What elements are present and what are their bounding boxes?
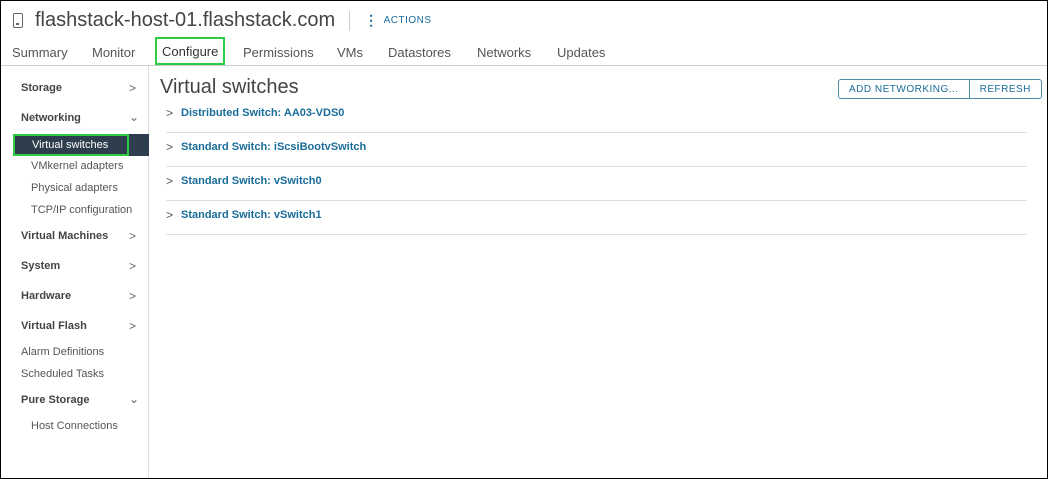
refresh-button[interactable]: REFRESH bbox=[968, 80, 1041, 98]
chevron-right-icon[interactable]: > bbox=[129, 319, 136, 333]
sidebar-item-host-connections[interactable]: Host Connections bbox=[31, 420, 118, 432]
tab-summary[interactable]: Summary bbox=[12, 45, 68, 60]
sidebar-item-hardware[interactable]: Hardware bbox=[21, 290, 71, 302]
host-icon bbox=[13, 13, 23, 28]
tab-vms[interactable]: VMs bbox=[337, 45, 363, 60]
sidebar-item-virtual-switches[interactable]: Virtual switches bbox=[13, 134, 129, 156]
sidebar-item-networking[interactable]: Networking bbox=[21, 112, 81, 124]
sidebar: Storage > Networking ⌄ Virtual switches VM… bbox=[1, 66, 149, 478]
button-group: ADD NETWORKING... REFRESH bbox=[838, 79, 1042, 99]
sidebar-item-virtual-flash[interactable]: Virtual Flash bbox=[21, 320, 87, 332]
tab-configure[interactable]: Configure bbox=[155, 37, 226, 65]
tab-networks[interactable]: Networks bbox=[477, 45, 531, 60]
chevron-down-icon[interactable]: ⌄ bbox=[129, 110, 139, 124]
divider bbox=[349, 10, 351, 31]
sidebar-item-alarm-definitions[interactable]: Alarm Definitions bbox=[21, 346, 104, 358]
switch-row[interactable]: > Standard Switch: vSwitch0 bbox=[166, 167, 1027, 201]
window: flashstack-host-01.flashstack.com ⋮ ACTIO… bbox=[0, 0, 1048, 479]
switch-row[interactable]: > Standard Switch: iScsiBootvSwitch bbox=[166, 133, 1027, 167]
chevron-right-icon[interactable]: > bbox=[166, 167, 173, 195]
chevron-down-icon[interactable]: ⌄ bbox=[129, 392, 139, 406]
switch-name[interactable]: Standard Switch: iScsiBootvSwitch bbox=[181, 141, 366, 153]
chevron-right-icon[interactable]: > bbox=[129, 289, 136, 303]
sidebar-item-vmkernel-adapters[interactable]: VMkernel adapters bbox=[31, 160, 123, 172]
tab-updates[interactable]: Updates bbox=[557, 45, 605, 60]
sidebar-item-tcpip[interactable]: TCP/IP configuration bbox=[31, 204, 132, 216]
kebab-icon: ⋮ bbox=[364, 12, 379, 28]
tab-monitor[interactable]: Monitor bbox=[92, 45, 135, 60]
switch-name[interactable]: Standard Switch: vSwitch0 bbox=[181, 175, 322, 187]
chevron-right-icon[interactable]: > bbox=[129, 229, 136, 243]
switch-name[interactable]: Standard Switch: vSwitch1 bbox=[181, 209, 322, 221]
switch-row[interactable]: > Standard Switch: vSwitch1 bbox=[166, 201, 1027, 235]
switch-name[interactable]: Distributed Switch: AA03-VDS0 bbox=[181, 107, 344, 119]
sidebar-item-virtual-machines[interactable]: Virtual Machines bbox=[21, 230, 108, 242]
page-title: flashstack-host-01.flashstack.com bbox=[35, 9, 336, 31]
sidebar-item-scheduled-tasks[interactable]: Scheduled Tasks bbox=[21, 368, 104, 380]
tab-datastores[interactable]: Datastores bbox=[388, 45, 451, 60]
chevron-right-icon[interactable]: > bbox=[166, 133, 173, 161]
tab-permissions[interactable]: Permissions bbox=[243, 45, 314, 60]
chevron-right-icon[interactable]: > bbox=[129, 259, 136, 273]
content-title: Virtual switches bbox=[160, 76, 299, 98]
chevron-right-icon[interactable]: > bbox=[166, 201, 173, 229]
sidebar-item-system[interactable]: System bbox=[21, 260, 60, 272]
add-networking-button[interactable]: ADD NETWORKING... bbox=[839, 80, 969, 98]
actions-label: ACTIONS bbox=[383, 15, 432, 26]
tab-bar: Summary Monitor Configure Permissions VM… bbox=[1, 37, 1047, 66]
actions-button[interactable]: ⋮ ACTIONS bbox=[364, 12, 431, 29]
sidebar-item-pure-storage[interactable]: Pure Storage bbox=[21, 394, 89, 406]
sidebar-item-physical-adapters[interactable]: Physical adapters bbox=[31, 182, 118, 194]
chevron-right-icon[interactable]: > bbox=[129, 81, 136, 95]
switch-row[interactable]: > Distributed Switch: AA03-VDS0 bbox=[166, 99, 1027, 133]
sidebar-item-storage[interactable]: Storage bbox=[21, 82, 62, 94]
chevron-right-icon[interactable]: > bbox=[166, 99, 173, 127]
